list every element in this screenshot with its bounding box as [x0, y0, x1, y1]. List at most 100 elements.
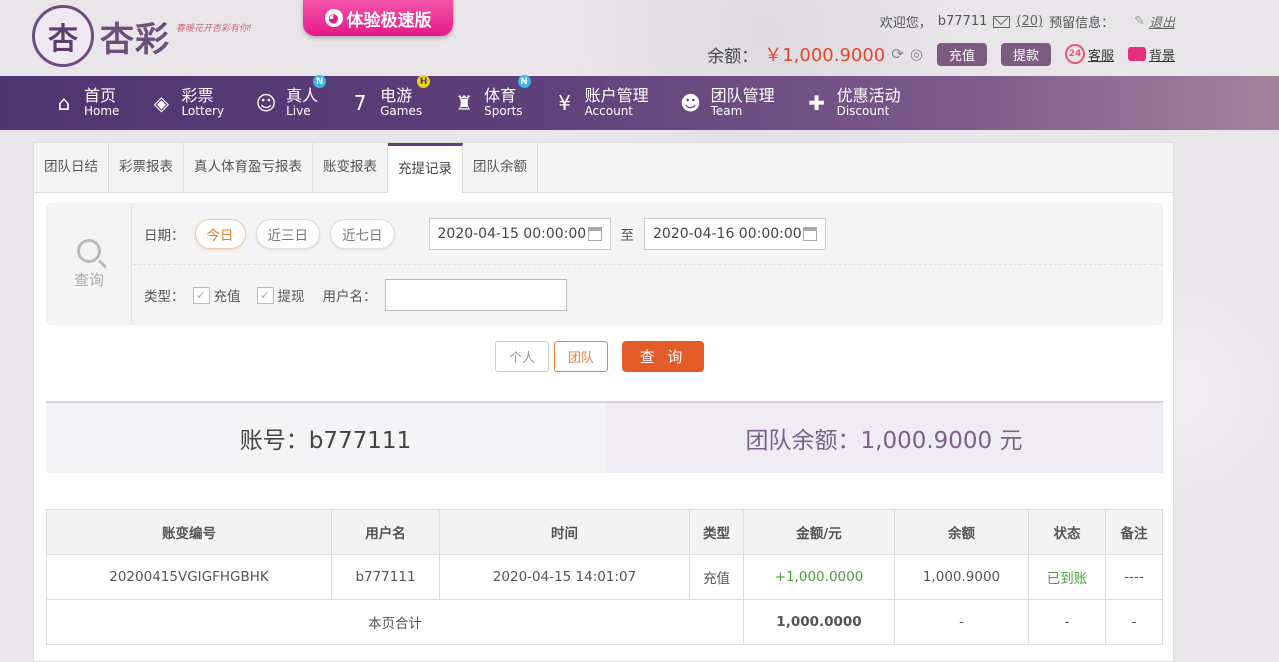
- personal-button[interactable]: 个人: [495, 341, 549, 372]
- shirt-icon: [1127, 47, 1146, 61]
- nav-item-lottery[interactable]: ◈ 彩票 Lottery: [149, 88, 224, 119]
- check-icon: ✓: [256, 286, 274, 304]
- start-date-value: 2020-04-15 00:00:00: [437, 226, 587, 242]
- background-link[interactable]: 背景: [1127, 45, 1175, 64]
- tab-0[interactable]: 团队日结: [34, 143, 109, 192]
- nav-label: 账户管理 Account: [584, 86, 649, 119]
- table-cell: 20200415VGIGFHGBHK: [46, 554, 332, 600]
- nav-label-cn: 团队管理: [710, 86, 775, 105]
- nav-label-en: Games: [380, 104, 423, 118]
- nav-label-en: Live: [286, 104, 311, 118]
- nav-label: 电游 Games: [380, 86, 423, 119]
- service-icon: 24: [1064, 44, 1085, 64]
- column-header: 状态: [1028, 509, 1106, 555]
- date-row: 日期： 今日 近三日 近七日 2020-04-15 00:00:00 至 202…: [144, 218, 826, 250]
- refresh-icon[interactable]: ⟳: [891, 45, 904, 63]
- search-button[interactable]: 查 询: [622, 341, 704, 372]
- start-date-input[interactable]: 2020-04-15 00:00:00: [428, 218, 611, 250]
- seven-days-button[interactable]: 近七日: [330, 219, 395, 249]
- column-header: 余额: [894, 509, 1029, 555]
- team-icon: ☻: [680, 91, 701, 115]
- site-logo[interactable]: 杏 杏彩 春暖花开杏彩有你!: [32, 5, 252, 67]
- three-days-button[interactable]: 近三日: [255, 219, 320, 249]
- tab-2[interactable]: 真人体育盈亏报表: [184, 143, 313, 192]
- nav-label-cn: 电游: [380, 86, 413, 105]
- user-info-line: 欢迎您， b77711 (20) 预留信息： ✎ 退出: [880, 12, 1175, 31]
- end-date-input[interactable]: 2020-04-16 00:00:00: [644, 218, 826, 250]
- team-button[interactable]: 团队: [554, 341, 608, 372]
- preset-info-link[interactable]: 预留信息：: [1049, 12, 1114, 31]
- background-label: 背景: [1148, 48, 1175, 64]
- nav-item-team[interactable]: ☻ 团队管理 Team: [679, 86, 775, 119]
- nav-label-cn: 首页: [84, 86, 117, 105]
- account-summary: 账号：b777111 团队余额：1,000.9000 元: [46, 401, 1163, 473]
- end-date-value: 2020-04-16 00:00:00: [653, 226, 802, 242]
- nav-label: 真人 Live: [286, 88, 318, 119]
- gift-icon: ✚: [808, 91, 825, 115]
- nav-badge: N: [313, 75, 327, 88]
- table-cell: ----: [1105, 554, 1163, 600]
- mail-count[interactable]: (20): [1016, 14, 1043, 29]
- tab-1[interactable]: 彩票报表: [109, 143, 184, 192]
- edit-icon: ✎: [1134, 14, 1145, 29]
- deposit-button[interactable]: 充值: [936, 42, 987, 66]
- nav-label-cn: 账户管理: [584, 86, 649, 105]
- total-cell: -: [1105, 599, 1163, 645]
- table-header-row: 账变编号 用户名 时间 类型 金额/元 余额 状态 备注: [46, 509, 1163, 555]
- nav-item-games[interactable]: 7 电游 Games H: [348, 75, 431, 119]
- tab-5[interactable]: 团队余额: [463, 143, 538, 192]
- report-tabs: 团队日结 彩票报表 真人体育盈亏报表 账变报表 充提记录 团队余额: [34, 143, 1173, 193]
- username-input[interactable]: [384, 279, 567, 311]
- total-label: 本页合计: [46, 599, 744, 645]
- type-label: 类型：: [144, 289, 185, 305]
- total-cell: -: [894, 599, 1029, 645]
- lottery-icon: ◈: [153, 91, 170, 115]
- nav-badge: H: [417, 75, 431, 88]
- check-icon: ✓: [192, 286, 210, 304]
- search-icon: [77, 238, 101, 263]
- username: b77711: [937, 14, 988, 29]
- today-button[interactable]: 今日: [194, 219, 246, 249]
- nav-label-en: Discount: [836, 104, 890, 118]
- deposit-checkbox[interactable]: ✓ 充值: [192, 285, 241, 305]
- tab-4[interactable]: 充提记录: [388, 143, 463, 193]
- column-header: 类型: [689, 509, 744, 555]
- nav-label: 首页 Home: [84, 86, 119, 119]
- content-panel: 团队日结 彩票报表 真人体育盈亏报表 账变报表 充提记录 团队余额 查询 日期： 今日 近…: [33, 142, 1174, 662]
- service-link[interactable]: 24 客服: [1064, 44, 1114, 64]
- total-cell: -: [1028, 599, 1106, 645]
- column-header: 备注: [1105, 509, 1163, 555]
- tab-3[interactable]: 账变报表: [313, 143, 388, 192]
- nav-label-en: Sports: [484, 104, 523, 118]
- team-balance: 团队余额：1,000.9000 元: [605, 403, 1163, 473]
- hide-balance-icon[interactable]: ◎: [910, 45, 923, 63]
- speed-version-button[interactable]: ◕ 体验极速版: [303, 0, 453, 36]
- username-label: 用户名：: [322, 289, 377, 305]
- table-cell: 1,000.9000: [894, 554, 1029, 600]
- nav-item-sports[interactable]: ♜ 体育 Sports N: [452, 75, 531, 118]
- total-amount: 1,000.0000: [743, 599, 895, 645]
- divider: [133, 264, 1162, 265]
- nav-item-live[interactable]: ☺ 真人 Live N: [254, 75, 327, 119]
- live-icon: ☺: [255, 91, 277, 115]
- nav-badge: N: [517, 75, 531, 88]
- withdraw-checkbox[interactable]: ✓ 提现: [256, 285, 305, 305]
- nav-item-discount[interactable]: ✚ 优惠活动 Discount: [805, 86, 901, 119]
- logout-label: 退出: [1148, 16, 1175, 31]
- nav-item-home[interactable]: ⌂ 首页 Home: [52, 86, 120, 119]
- top-header: 杏 杏彩 春暖花开杏彩有你! ◕ 体验极速版 欢迎您， b77711 (20) 预…: [0, 0, 1279, 76]
- nav-label: 彩票 Lottery: [181, 88, 224, 119]
- balance-amount: ￥1,000.9000: [764, 45, 886, 66]
- nav-label-cn: 优惠活动: [836, 86, 901, 105]
- logout-button[interactable]: ✎ 退出: [1134, 12, 1175, 31]
- nav-label: 团队管理 Team: [710, 86, 775, 119]
- speed-icon: ◕: [324, 9, 343, 27]
- withdraw-button[interactable]: 提款: [1000, 42, 1051, 66]
- trophy-icon: ♜: [455, 91, 474, 115]
- main-nav: ⌂ 首页 Home ◈ 彩票 Lottery ☺ 真人 Live N 7 电游 Games H ♜ 体育 Spo…: [0, 75, 1279, 130]
- column-header: 金额/元: [743, 509, 895, 555]
- nav-item-account[interactable]: ¥ 账户管理 Account: [553, 86, 649, 119]
- logo-slogan: 春暖花开杏彩有你!: [176, 23, 252, 34]
- mail-icon[interactable]: [993, 15, 1011, 28]
- to-label: 至: [620, 228, 635, 244]
